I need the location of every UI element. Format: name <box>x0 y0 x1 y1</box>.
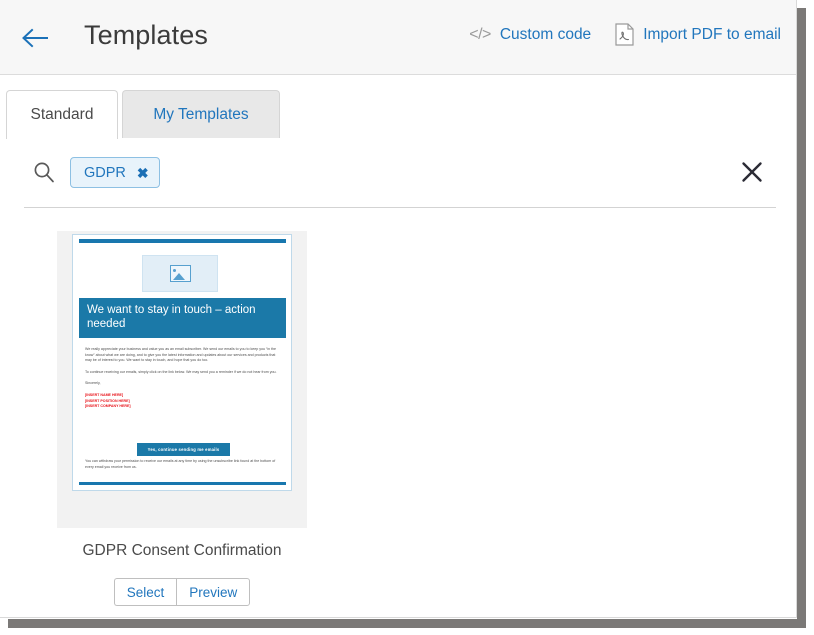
tab-my-templates-label: My Templates <box>153 105 249 123</box>
tab-underline <box>0 138 796 139</box>
email-preview-cta-wrap: Yes, continue sending me emails <box>85 438 282 456</box>
search-divider <box>24 207 776 208</box>
email-preview-cta-button: Yes, continue sending me emails <box>136 443 231 456</box>
search-filter-chip-label: GDPR <box>84 164 126 181</box>
tab-standard-label: Standard <box>30 106 94 123</box>
email-preview-paragraph: Sincerely, <box>85 381 101 386</box>
select-button[interactable]: Select <box>113 578 177 606</box>
window-shadow-right <box>797 8 806 627</box>
email-preview-paragraph: To continue receiving our emails, simply… <box>85 369 277 374</box>
page-header: Templates </> Custom code Import PDF to … <box>0 0 796 75</box>
arrow-left-icon <box>22 28 48 48</box>
close-icon <box>742 162 762 182</box>
page-title: Templates <box>84 20 208 50</box>
email-preview: We want to stay in touch – action needed… <box>72 234 292 491</box>
tab-standard[interactable]: Standard <box>6 90 118 139</box>
tab-my-templates[interactable]: My Templates <box>122 90 280 138</box>
window-shadow-bottom <box>8 619 806 628</box>
code-icon: </> <box>469 25 491 43</box>
email-preview-body: We really appreciate your business and v… <box>85 347 282 417</box>
header-actions: </> Custom code Import PDF to email <box>469 23 781 46</box>
search-filter-chip-remove-icon[interactable]: ✖ <box>137 166 149 180</box>
templates-window: Templates </> Custom code Import PDF to … <box>0 0 797 618</box>
clear-search-button[interactable] <box>740 160 764 184</box>
import-pdf-button[interactable]: Import PDF to email <box>615 23 781 46</box>
search-filter-chip[interactable]: GDPR ✖ <box>70 157 160 188</box>
back-button[interactable] <box>20 24 52 52</box>
import-pdf-label: Import PDF to email <box>643 25 781 43</box>
search-button[interactable] <box>33 161 55 183</box>
email-preview-paragraph: We really appreciate your business and v… <box>85 347 277 363</box>
email-preview-image-placeholder <box>142 255 218 292</box>
template-card-thumbnail[interactable]: We want to stay in touch – action needed… <box>57 231 307 528</box>
email-preview-placeholders: [INSERT NAME HERE] [INSERT POSITION HERE… <box>85 393 282 410</box>
custom-code-label: Custom code <box>499 25 592 43</box>
email-preview-placeholder-company: [INSERT COMPANY HERE] <box>85 404 131 409</box>
search-icon <box>34 162 54 183</box>
image-placeholder-icon <box>169 265 191 282</box>
tab-strip: Standard My Templates <box>0 76 796 139</box>
custom-code-button[interactable]: </> Custom code <box>469 26 591 44</box>
email-preview-headline: We want to stay in touch – action needed <box>79 298 286 339</box>
pdf-file-icon <box>615 23 634 46</box>
preview-button[interactable]: Preview <box>176 578 251 606</box>
email-preview-footer: You can withdraw your permission to rece… <box>85 459 276 469</box>
template-card-actions: Select Preview <box>0 578 364 606</box>
email-preview-bottom-bar <box>79 482 286 485</box>
template-card-title: GDPR Consent Confirmation <box>82 542 282 559</box>
email-preview-top-bar <box>79 239 286 243</box>
